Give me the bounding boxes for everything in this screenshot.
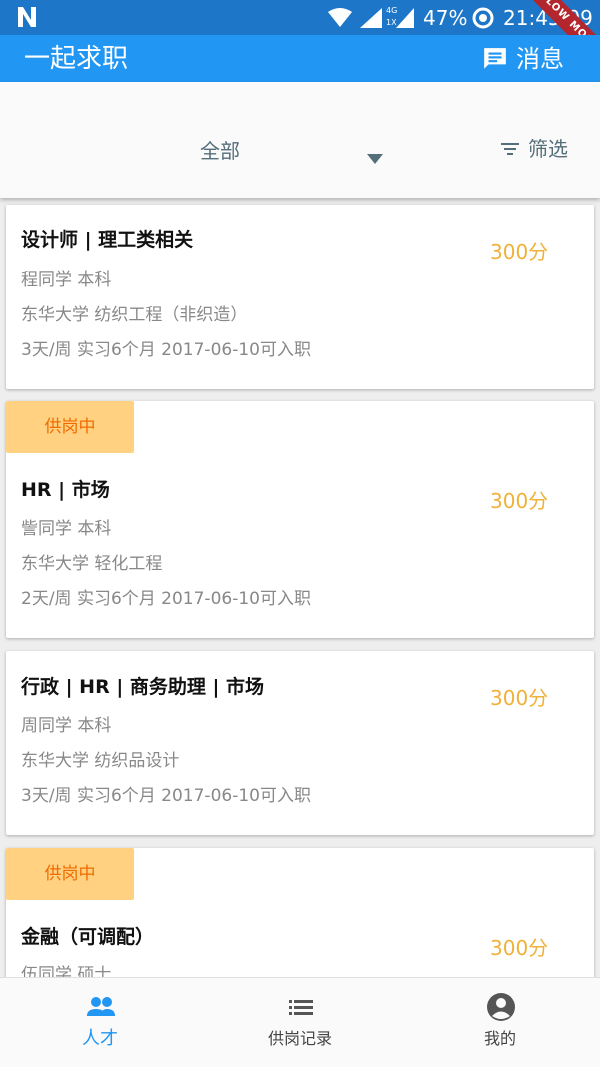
nav-label: 人才	[82, 1028, 118, 1049]
filter-bar: 全部 筛选	[0, 82, 600, 198]
score: 300分	[490, 686, 549, 710]
status-badge: 供岗中	[6, 848, 134, 900]
network-type-bottom: 1X	[386, 18, 397, 27]
nav-label: 我的	[483, 1029, 516, 1048]
messages-label: 消息	[516, 45, 564, 73]
filter-button[interactable]: 筛选	[500, 136, 568, 162]
app-title: 一起求职	[24, 44, 129, 74]
status-bar: 4G 1X 47% 21:45:09 SLOW MODE	[0, 0, 600, 35]
bottom-navigation: 人才 供岗记录 我的	[0, 977, 600, 1067]
battery-percentage: 47%	[423, 6, 468, 30]
schedule-info: 2天/周 实习6个月 2017-06-10可入职	[21, 589, 311, 609]
student-info: 程同学 本科	[21, 270, 112, 290]
candidate-card[interactable]: 行政 | HR | 商务助理 | 市场 300分 周同学 本科 东华大学 纺织品…	[6, 651, 594, 835]
app-bar: 一起求职 消息	[0, 35, 600, 82]
student-info: 周同学 本科	[21, 716, 112, 736]
nav-tab-mine[interactable]: 我的	[400, 978, 600, 1067]
status-badge: 供岗中	[6, 401, 134, 453]
n-logo-icon	[18, 7, 36, 27]
filter-list-icon	[501, 143, 519, 155]
chat-message-icon	[484, 48, 506, 69]
school-info: 东华大学 纺织工程（非织造）	[21, 305, 248, 325]
candidate-card[interactable]: 设计师 | 理工类相关 300分 程同学 本科 东华大学 纺织工程（非织造） 3…	[6, 205, 594, 389]
triangle-down-icon[interactable]	[367, 154, 383, 164]
filter-label: 筛选	[528, 137, 568, 161]
job-title: HR | 市场	[21, 479, 110, 501]
score: 300分	[490, 936, 549, 960]
nav-label: 供岗记录	[267, 1029, 332, 1048]
score: 300分	[490, 240, 549, 264]
people-icon	[87, 997, 115, 1016]
school-info: 东华大学 轻化工程	[21, 554, 163, 574]
signal-icon	[360, 8, 382, 28]
account-circle-icon	[487, 993, 515, 1021]
job-title: 行政 | HR | 商务助理 | 市场	[21, 676, 265, 698]
wifi-icon	[328, 8, 352, 27]
list-icon	[289, 1000, 313, 1015]
school-info: 东华大学 纺织品设计	[21, 751, 180, 771]
score: 300分	[490, 489, 549, 513]
messages-button[interactable]: 消息	[482, 41, 564, 77]
schedule-info: 3天/周 实习6个月 2017-06-10可入职	[21, 340, 311, 360]
candidate-card[interactable]: 供岗中 HR | 市场 300分 訾同学 本科 东华大学 轻化工程 2天/周 实…	[6, 401, 594, 638]
nav-tab-talent[interactable]: 人才	[0, 978, 200, 1067]
job-title: 金融（可调配）	[21, 926, 155, 948]
category-select[interactable]: 全部	[200, 138, 240, 164]
student-info: 訾同学 本科	[21, 519, 112, 539]
job-title: 设计师 | 理工类相关	[21, 229, 194, 251]
nav-tab-records[interactable]: 供岗记录	[200, 978, 400, 1067]
schedule-info: 3天/周 实习6个月 2017-06-10可入职	[21, 786, 311, 806]
signal-secondary-icon	[396, 8, 414, 28]
battery-saver-icon	[472, 7, 494, 29]
